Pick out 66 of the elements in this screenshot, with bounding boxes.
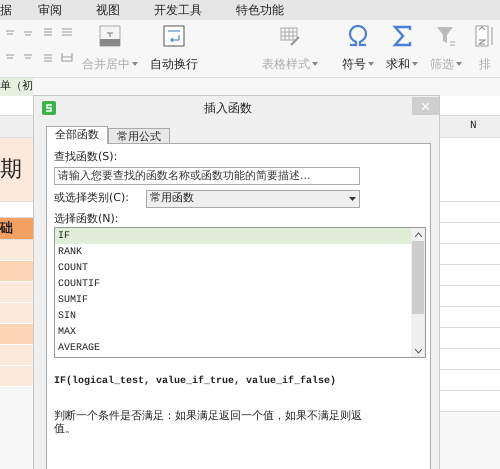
title-cell: 期 bbox=[0, 138, 33, 202]
spreadsheet-cell bbox=[0, 261, 33, 282]
category-dropdown[interactable]: 常用函数 bbox=[146, 190, 360, 208]
spreadsheet-cell bbox=[440, 370, 500, 391]
dialog-tab[interactable]: 全部函数 bbox=[46, 126, 108, 144]
function-item[interactable]: SIN bbox=[55, 308, 411, 324]
spreadsheet-cell bbox=[440, 244, 500, 265]
menu-item[interactable]: 视图 bbox=[96, 1, 120, 19]
filter-icon bbox=[435, 25, 457, 47]
toolbar-button[interactable]: 求和 bbox=[380, 25, 424, 73]
caret-icon bbox=[412, 62, 418, 66]
sigma-icon bbox=[392, 25, 412, 47]
function-item[interactable]: COUNTIF bbox=[55, 276, 411, 292]
spreadsheet-cell bbox=[440, 138, 500, 202]
toolbar-button[interactable]: 自动换行 bbox=[144, 25, 204, 73]
merge-cells-icon bbox=[99, 25, 121, 47]
function-item[interactable]: MAX bbox=[55, 324, 411, 340]
spreadsheet-cell bbox=[0, 96, 33, 116]
toolbar-button[interactable]: 符号 bbox=[336, 25, 380, 73]
spreadsheet-cell bbox=[440, 349, 500, 370]
caret-icon bbox=[368, 62, 374, 66]
caret-icon bbox=[456, 62, 462, 66]
function-item[interactable]: IF bbox=[55, 228, 411, 244]
spreadsheet-cell bbox=[0, 240, 33, 261]
menu-item[interactable]: 审阅 bbox=[38, 1, 62, 19]
spreadsheet-cell bbox=[0, 324, 33, 345]
menu-item[interactable]: 特色功能 bbox=[236, 1, 284, 19]
app-logo-icon bbox=[42, 100, 56, 114]
spreadsheet-cell bbox=[440, 223, 500, 244]
spreadsheet-cell bbox=[0, 202, 33, 218]
spreadsheet-cell bbox=[440, 328, 500, 349]
list-label: 选择函数(N): bbox=[54, 210, 120, 226]
dialog-title: 插入函数 bbox=[204, 100, 252, 116]
caret-icon bbox=[349, 196, 356, 200]
scrollbar-thumb[interactable] bbox=[412, 241, 424, 314]
function-item[interactable]: SUMIF bbox=[55, 292, 411, 308]
close-icon bbox=[422, 102, 429, 110]
search-field[interactable]: 请输入您要查找的函数名称或函数功能的简要描述... bbox=[54, 166, 360, 184]
spreadsheet-cell bbox=[440, 286, 500, 307]
spreadsheet-cell bbox=[0, 303, 33, 324]
menu-item[interactable]: 据 bbox=[0, 1, 38, 19]
wrap-text-icon bbox=[163, 25, 185, 47]
spreadsheet-cell bbox=[440, 265, 500, 286]
dialog-tab[interactable]: 常用公式 bbox=[108, 128, 170, 143]
omega-icon bbox=[347, 25, 369, 47]
spreadsheet-cell bbox=[440, 202, 500, 223]
category-label: 或选择类别(C): bbox=[54, 190, 130, 206]
menu-item[interactable]: 开发工具 bbox=[154, 1, 202, 19]
function-description: 判断一个条件是否满足：如果满足返回一个值，如果不满足则返 值。 bbox=[54, 409, 363, 435]
function-item[interactable]: RANK bbox=[55, 244, 411, 260]
spreadsheet-cell bbox=[0, 282, 33, 303]
function-item[interactable]: COUNT bbox=[55, 260, 411, 276]
column-header: N bbox=[440, 116, 500, 138]
caret-icon bbox=[132, 62, 138, 66]
sheet-tab[interactable]: 单（初 bbox=[0, 78, 33, 96]
caret-icon bbox=[312, 62, 318, 66]
table-brush-icon bbox=[279, 25, 301, 47]
scroll-up-icon bbox=[414, 232, 422, 237]
search-label: 查找函数(S): bbox=[54, 149, 118, 165]
spreadsheet-cell bbox=[0, 345, 33, 366]
header-cell: 础 bbox=[0, 218, 33, 240]
close-button[interactable] bbox=[412, 97, 439, 115]
function-syntax: IF(logical_test, value_if_true, value_if_false) bbox=[54, 374, 338, 389]
function-item[interactable]: AVERAGE bbox=[55, 340, 411, 356]
scroll-down-icon bbox=[414, 349, 422, 354]
spreadsheet-cell bbox=[440, 307, 500, 328]
